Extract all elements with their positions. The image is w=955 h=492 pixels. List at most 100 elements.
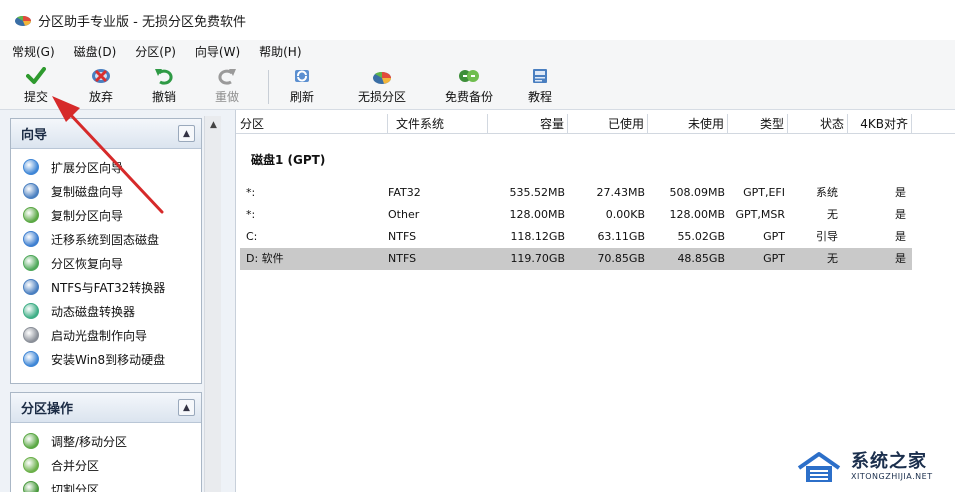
lossless-partition-label: 无损分区 [358,90,407,104]
commit-button[interactable]: 提交 [24,66,48,106]
cell-filesystem: NTFS [388,252,417,265]
disk-title[interactable]: 磁盘1 (GPT) [251,151,325,168]
cell-4kb-aligned: 是 [895,252,906,265]
free-backup-button[interactable]: 免费备份 [445,66,493,106]
table-row[interactable]: D: 软件 NTFS 119.70GB 70.85GB 48.85GB GPT 无 是 [240,248,912,270]
ops-item[interactable]: 调整/移动分区 [11,429,201,453]
cell-used: 0.00KB [605,208,645,221]
discard-icon [90,66,112,86]
undo-button[interactable]: 撤销 [152,66,176,106]
refresh-button[interactable]: 刷新 [290,66,314,106]
wizard-item[interactable]: 动态磁盘转换器 [11,299,201,323]
copy-disk-icon [23,183,39,199]
cell-capacity: 119.70GB [510,252,565,265]
cell-4kb-aligned: 是 [895,230,906,243]
wizard-item-label: 迁移系统到固态磁盘 [51,232,160,247]
lossless-partition-button[interactable]: 无损分区 [358,66,406,106]
toolbar: 提交 放弃 撤销 重做 刷新 无损分区 免费备份 教程 [0,62,955,110]
lossless-partition-icon [371,66,393,86]
cell-filesystem: FAT32 [388,186,421,199]
wizard-item[interactable]: NTFS与FAT32转换器 [11,275,201,299]
cell-partition: C: [246,230,258,243]
wizard-item[interactable]: 安装Win8到移动硬盘 [11,347,201,371]
left-sidebar: 向导 ▲ 扩展分区向导复制磁盘向导 复制分区向导迁移系统到固态磁盘分区恢复向导 NT… [0,110,236,492]
col-4kb-aligned[interactable]: 4KB对齐 [848,114,912,134]
backup-icon [458,66,480,86]
discard-label: 放弃 [89,90,114,104]
wizard-item[interactable]: 复制分区向导 [11,203,201,227]
ops-item[interactable]: 合并分区 [11,453,201,477]
cell-type: GPT [763,230,785,243]
cell-partition: D: 软件 [246,252,284,265]
table-row[interactable]: C: NTFS 118.12GB 63.11GB 55.02GB GPT 引导 是 [240,226,912,248]
col-used[interactable]: 已使用 [568,114,648,134]
sidebar-scrollbar[interactable]: ▲ [204,116,221,492]
win8-to-go-icon [23,351,39,367]
wizard-item[interactable]: 启动光盘制作向导 [11,323,201,347]
watermark: 系统之家 XITONGZHIJIA.NET [795,444,945,488]
refresh-icon [291,66,313,86]
tutorial-button[interactable]: 教程 [528,66,552,106]
menu-general[interactable]: 常规(G) [12,43,55,60]
wizard-section: 向导 ▲ 扩展分区向导复制磁盘向导 复制分区向导迁移系统到固态磁盘分区恢复向导 NT… [10,118,202,384]
col-unused[interactable]: 未使用 [648,114,728,134]
cell-used: 70.85GB [597,252,645,265]
ops-item[interactable]: 切割分区 [11,477,201,492]
menu-disk[interactable]: 磁盘(D) [74,43,117,60]
undo-label: 撤销 [152,90,177,104]
cell-used: 63.11GB [597,230,645,243]
wizard-item-label: 启动光盘制作向导 [51,328,148,343]
col-partition[interactable]: 分区 [240,114,388,134]
undo-icon [153,66,175,86]
checkmark-icon [25,66,47,86]
wizard-section-title: 向导 [21,128,48,143]
menu-bar: 常规(G) 磁盘(D) 分区(P) 向导(W) 帮助(H) [0,40,955,62]
menu-help[interactable]: 帮助(H) [259,43,301,60]
partition-recovery-icon [23,255,39,271]
scroll-up-arrow-icon[interactable]: ▲ [205,116,222,133]
collapse-chevron-icon[interactable]: ▲ [178,125,195,142]
app-logo-icon [14,13,32,27]
wizard-item[interactable]: 扩展分区向导 [11,155,201,179]
split-partition-icon [23,481,39,492]
migrate-ssd-icon [23,231,39,247]
menu-partition[interactable]: 分区(P) [135,43,176,60]
window-title: 分区助手专业版 - 无损分区免费软件 [38,14,246,30]
ops-item-label: 合并分区 [51,458,100,473]
wizard-item[interactable]: 迁移系统到固态磁盘 [11,227,201,251]
wizard-item-label: 动态磁盘转换器 [51,304,136,319]
cell-used: 27.43MB [596,186,645,199]
cell-type: GPT,MSR [735,208,786,221]
cell-4kb-aligned: 是 [895,208,906,221]
col-status[interactable]: 状态 [788,114,848,134]
cell-type: GPT [763,252,785,265]
wizard-item[interactable]: 复制磁盘向导 [11,179,201,203]
redo-icon [216,66,238,86]
watermark-url: XITONGZHIJIA.NET [851,471,933,481]
partition-ops-section-title: 分区操作 [21,402,74,417]
commit-label: 提交 [24,90,49,104]
cell-unused: 48.85GB [677,252,725,265]
menu-wizard[interactable]: 向导(W) [195,43,240,60]
bootable-media-icon [23,327,39,343]
collapse-chevron-icon[interactable]: ▲ [178,399,195,416]
table-row[interactable]: *: Other 128.00MB 0.00KB 128.00MB GPT,MSR 无 是 [240,204,912,226]
cell-unused: 55.02GB [677,230,725,243]
redo-button[interactable]: 重做 [215,66,239,106]
col-capacity[interactable]: 容量 [488,114,568,134]
resize-move-icon [23,433,39,449]
discard-button[interactable]: 放弃 [89,66,113,106]
wizard-item[interactable]: 分区恢复向导 [11,251,201,275]
tutorial-label: 教程 [528,90,553,104]
partition-ops-section-header[interactable]: 分区操作 ▲ [11,393,201,423]
cell-filesystem: NTFS [388,230,417,243]
wizard-section-header[interactable]: 向导 ▲ [11,119,201,149]
cell-filesystem: Other [388,208,420,221]
col-filesystem[interactable]: 文件系统 [388,114,488,134]
ops-item-label: 切割分区 [51,482,100,492]
wizard-item-label: 安装Win8到移动硬盘 [51,352,166,367]
col-type[interactable]: 类型 [728,114,788,134]
wizard-item-label: 扩展分区向导 [51,160,124,175]
partition-table-panel: 分区 文件系统 容量 已使用 未使用 类型 状态 4KB对齐 磁盘1 (GPT)… [236,110,955,492]
table-row[interactable]: *: FAT32 535.52MB 27.43MB 508.09MB GPT,EFI 系统 是 [240,182,912,204]
